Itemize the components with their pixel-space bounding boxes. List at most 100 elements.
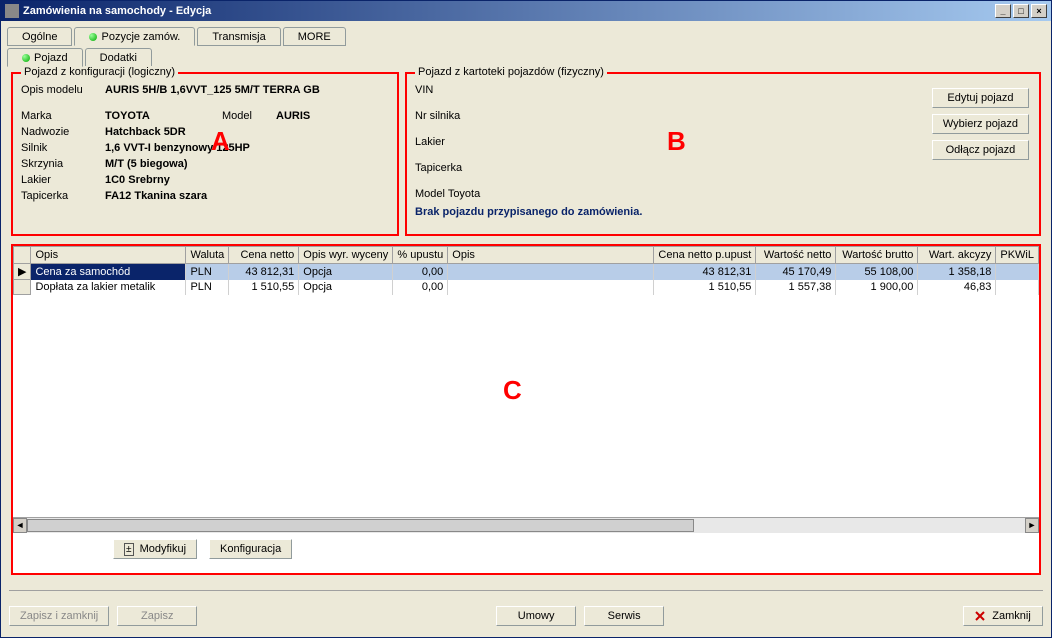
opis-modelu-value: AURIS 5H/B 1,6VVT_125 5M/T TERRA GB (105, 84, 389, 96)
zapisz-i-zamknij-button[interactable]: Zapisz i zamknij (9, 606, 109, 626)
vin-label: VIN (415, 84, 505, 96)
cell-cenanettoup: 43 812,31 (654, 264, 756, 280)
app-icon (5, 4, 19, 18)
cell-opis2 (448, 280, 654, 295)
scroll-thumb[interactable] (27, 519, 694, 532)
zamknij-button[interactable]: Zamknij (963, 606, 1043, 626)
grid-empty-area: C (13, 295, 1039, 517)
cell-pkwiu (996, 264, 1039, 280)
button-label: Zamknij (992, 610, 1031, 622)
annotation-c: C (503, 375, 522, 406)
tapicerka-label: Tapicerka (21, 190, 101, 202)
marka-label: Marka (21, 110, 101, 122)
col-cenanetto[interactable]: Cena netto (229, 247, 299, 264)
col-cenanettoup[interactable]: Cena netto p.upust (654, 247, 756, 264)
grid-row[interactable]: ▶ Cena za samochód PLN 43 812,31 Opcja 0… (14, 264, 1039, 280)
top-panels: Pojazd z konfiguracji (logiczny) A Opis … (7, 68, 1045, 240)
cell-pkwiu (996, 280, 1039, 295)
edytuj-pojazd-button[interactable]: Edytuj pojazd (932, 88, 1029, 108)
odlacz-pojazd-button[interactable]: Odłącz pojazd (932, 140, 1029, 160)
col-pkwiu[interactable]: PKWiL (996, 247, 1039, 264)
cell-opis: Cena za samochód (31, 264, 186, 280)
cell-opiswyr: Opcja (299, 280, 393, 295)
cell-wartnetto: 45 170,49 (756, 264, 836, 280)
main-tabs: Ogólne Pozycje zamów. Transmisja MORE (7, 25, 1045, 46)
button-label: Modyfikuj (140, 543, 186, 555)
panel-legend: Pojazd z konfiguracji (logiczny) (21, 66, 178, 78)
lakier-label: Lakier (21, 174, 101, 186)
col-waluta[interactable]: Waluta (186, 247, 229, 264)
cell-upust: 0,00 (393, 280, 448, 295)
subtab-dodatki[interactable]: Dodatki (85, 48, 152, 67)
tapicerka-value: FA12 Tkanina szara (105, 190, 389, 202)
col-opis2[interactable]: Opis (448, 247, 654, 264)
subtab-pojazd[interactable]: Pojazd (7, 48, 83, 67)
tab-label: Pojazd (34, 52, 68, 64)
zapisz-button[interactable]: Zapisz (117, 606, 197, 626)
cell-wartbrutto: 55 108,00 (836, 264, 918, 280)
cell-wartnetto: 1 557,38 (756, 280, 836, 295)
cell-opis2 (448, 264, 654, 280)
scroll-right-icon[interactable]: ► (1025, 518, 1039, 533)
close-window-button[interactable]: × (1031, 4, 1047, 18)
tab-more[interactable]: MORE (283, 27, 346, 46)
serwis-button[interactable]: Serwis (584, 606, 664, 626)
umowy-button[interactable]: Umowy (496, 606, 576, 626)
sub-tabs: Pojazd Dodatki (7, 48, 1045, 68)
col-opis[interactable]: Opis (31, 247, 186, 264)
tab-label: Dodatki (100, 52, 137, 64)
cell-opis: Dopłata za lakier metalik (31, 280, 186, 295)
bottom-bar: Zapisz i zamknij Zapisz Umowy Serwis Zam… (9, 601, 1043, 631)
divider (9, 590, 1043, 591)
status-message: Brak pojazdu przypisanego do zamówienia. (415, 206, 1031, 218)
maximize-button[interactable]: □ (1013, 4, 1029, 18)
marka-value: TOYOTA (105, 110, 218, 122)
tab-pozycje-zamow[interactable]: Pozycje zamów. (74, 27, 195, 46)
positions-grid[interactable]: Opis Waluta Cena netto Opis wyr. wyceny … (13, 246, 1039, 295)
cell-cenanettoup: 1 510,55 (654, 280, 756, 295)
row-marker: ▶ (14, 264, 31, 280)
app-window: Zamówienia na samochody - Edycja _ □ × O… (0, 0, 1052, 638)
col-wartakcyzy[interactable]: Wart. akcyzy (918, 247, 996, 264)
panel-pojazd-logiczny: Pojazd z konfiguracji (logiczny) A Opis … (11, 72, 399, 236)
tab-ogolne[interactable]: Ogólne (7, 27, 72, 46)
model-label: Model (222, 110, 272, 122)
row-marker-header (14, 247, 31, 264)
panel-legend: Pojazd z kartoteki pojazdów (fizyczny) (415, 66, 607, 78)
row-marker (14, 280, 31, 295)
rp-tapicerka-label: Tapicerka (415, 162, 505, 174)
grid-hscrollbar[interactable]: ◄ ► (13, 517, 1039, 533)
col-wartnetto[interactable]: Wartość netto (756, 247, 836, 264)
cell-cenanetto: 43 812,31 (229, 264, 299, 280)
nadwozie-label: Nadwozie (21, 126, 101, 138)
wybierz-pojazd-button[interactable]: Wybierz pojazd (932, 114, 1029, 134)
edit-icon: ± (124, 543, 134, 556)
col-opiswyr[interactable]: Opis wyr. wyceny (299, 247, 393, 264)
modeltoyota-label: Model Toyota (415, 188, 505, 200)
silnik-label: Silnik (21, 142, 101, 154)
cell-cenanetto: 1 510,55 (229, 280, 299, 295)
mid-button-row: ± Modyfikuj Konfiguracja (113, 539, 1035, 569)
tab-label: Ogólne (22, 31, 57, 43)
window-title: Zamówienia na samochody - Edycja (23, 5, 211, 17)
cell-wartakcyzy: 46,83 (918, 280, 996, 295)
col-upust[interactable]: % upustu (393, 247, 448, 264)
grid-header-row: Opis Waluta Cena netto Opis wyr. wyceny … (14, 247, 1039, 264)
skrzynia-value: M/T (5 biegowa) (105, 158, 389, 170)
grid-row[interactable]: Dopłata za lakier metalik PLN 1 510,55 O… (14, 280, 1039, 295)
cell-wartakcyzy: 1 358,18 (918, 264, 996, 280)
col-wartbrutto[interactable]: Wartość brutto (836, 247, 918, 264)
skrzynia-label: Skrzynia (21, 158, 101, 170)
rp-lakier-label: Lakier (415, 136, 505, 148)
konfiguracja-button[interactable]: Konfiguracja (209, 539, 292, 559)
cell-wartbrutto: 1 900,00 (836, 280, 918, 295)
modyfikuj-button[interactable]: ± Modyfikuj (113, 539, 197, 559)
cell-waluta: PLN (186, 264, 229, 280)
lakier-value: 1C0 Srebrny (105, 174, 389, 186)
tab-transmisja[interactable]: Transmisja (197, 27, 280, 46)
nadwozie-value: Hatchback 5DR (105, 126, 389, 138)
tab-label: Transmisja (212, 31, 265, 43)
green-dot-icon (89, 33, 97, 41)
scroll-left-icon[interactable]: ◄ (13, 518, 27, 533)
minimize-button[interactable]: _ (995, 4, 1011, 18)
